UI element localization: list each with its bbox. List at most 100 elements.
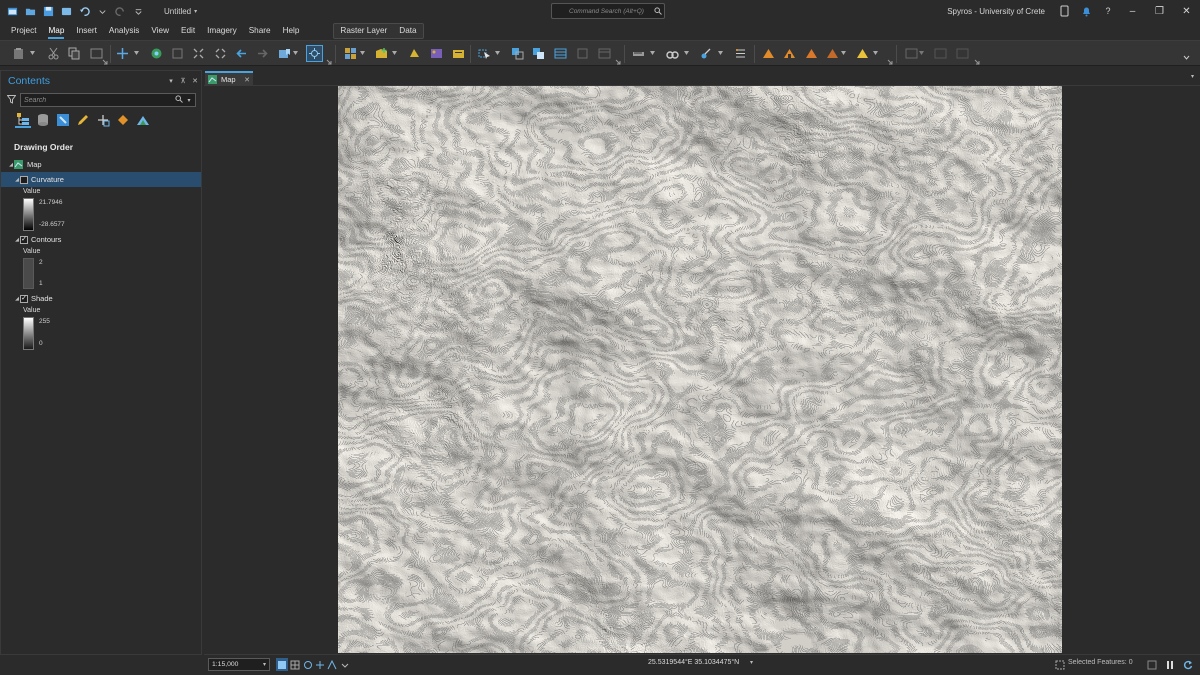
remove-icon[interactable]: [826, 47, 839, 60]
new-project-icon[interactable]: [6, 5, 18, 17]
map-view[interactable]: [204, 86, 1200, 653]
close-icon[interactable]: ✕: [244, 76, 250, 84]
snapping-icon[interactable]: [326, 658, 338, 671]
measure-icon[interactable]: [632, 47, 645, 60]
attributes-icon[interactable]: [532, 47, 545, 60]
tab-map[interactable]: Map: [42, 22, 70, 40]
clipboard-group-launcher[interactable]: [102, 59, 108, 65]
sync-icon[interactable]: [805, 47, 818, 60]
tab-data[interactable]: Data: [393, 24, 422, 38]
layer-shade[interactable]: ◢ ✓ Shade: [1, 291, 201, 306]
pane-menu-chevron-icon[interactable]: ▾: [165, 77, 177, 85]
select-by-attributes-icon[interactable]: [452, 47, 465, 60]
signed-in-user[interactable]: Spyros - University of Crete: [947, 7, 1045, 16]
chevron-down-icon[interactable]: [360, 51, 365, 56]
offline-group-launcher[interactable]: [887, 59, 893, 65]
redo-icon[interactable]: [114, 5, 126, 17]
list-by-perspective-imagery-icon[interactable]: [135, 112, 151, 128]
bookmarks-icon[interactable]: [278, 47, 291, 60]
close-button[interactable]: ✕: [1173, 0, 1200, 22]
selected-features-count[interactable]: Selected Features: 0: [1068, 659, 1133, 666]
fixed-zoom-out-icon[interactable]: [214, 47, 227, 60]
search-icon[interactable]: [175, 95, 183, 105]
chevron-down-icon[interactable]: [841, 51, 846, 56]
cut-icon[interactable]: [47, 47, 60, 60]
disabled-tool-icon[interactable]: [934, 47, 947, 60]
command-search[interactable]: Command Search (Alt+Q): [551, 3, 665, 19]
layer-curvature[interactable]: ◢ Curvature: [1, 172, 201, 187]
chevron-down-icon[interactable]: [495, 51, 500, 56]
list-by-snapping-icon[interactable]: [95, 112, 111, 128]
explore-icon[interactable]: [116, 47, 129, 60]
fixed-zoom-icon[interactable]: [171, 47, 184, 60]
chevron-down-icon[interactable]: [684, 51, 689, 56]
list-by-editing-icon[interactable]: [75, 112, 91, 128]
chevron-down-icon[interactable]: [873, 51, 878, 56]
open-project-icon[interactable]: [24, 5, 36, 17]
hillshade-contour-raster[interactable]: [338, 86, 1062, 653]
add-data-icon[interactable]: [375, 47, 388, 60]
minimize-button[interactable]: –: [1119, 0, 1146, 22]
previous-extent-icon[interactable]: [235, 47, 248, 60]
navigate-group-launcher[interactable]: [326, 59, 332, 65]
table-view-icon[interactable]: [1146, 658, 1158, 671]
layer-visibility-checkbox[interactable]: [20, 175, 28, 184]
map-canvas[interactable]: [338, 86, 1062, 653]
restore-button[interactable]: ❐: [1146, 0, 1173, 22]
select-by-location-icon[interactable]: [511, 47, 524, 60]
basemap-icon[interactable]: [344, 47, 357, 60]
pause-drawing-icon[interactable]: [314, 658, 326, 671]
chevron-down-icon[interactable]: [134, 51, 139, 56]
list-by-labeling-icon[interactable]: [115, 112, 131, 128]
more-tools-icon[interactable]: [905, 47, 918, 60]
next-extent-icon[interactable]: [256, 47, 269, 60]
undo-dropdown-icon[interactable]: [96, 5, 108, 17]
pause-icon[interactable]: [1164, 658, 1176, 671]
undo-icon[interactable]: [78, 5, 90, 17]
pin-icon[interactable]: ⊼: [177, 77, 189, 85]
paste-icon[interactable]: [12, 47, 25, 60]
zoom-to-selection-icon[interactable]: [576, 47, 589, 60]
chevron-down-icon[interactable]: [1183, 53, 1190, 62]
download-map-icon[interactable]: [783, 47, 796, 60]
save-as-icon[interactable]: [60, 5, 72, 17]
layer-contours[interactable]: ◢ ✓ Contours: [1, 232, 201, 247]
notifications-icon[interactable]: [1075, 0, 1097, 22]
scale-selector[interactable]: 1:15,000 ▾: [208, 658, 270, 671]
chevron-down-icon[interactable]: [650, 51, 655, 56]
tab-share[interactable]: Share: [243, 22, 277, 40]
tab-imagery[interactable]: Imagery: [201, 22, 243, 40]
tab-insert[interactable]: Insert: [70, 22, 102, 40]
clear-selection-icon[interactable]: [554, 47, 567, 60]
selection-filter-icon[interactable]: [1054, 658, 1066, 671]
list-by-selection-icon[interactable]: [55, 112, 71, 128]
full-extent-icon[interactable]: [150, 47, 163, 60]
list-by-data-source-icon[interactable]: [35, 112, 51, 128]
grid-icon[interactable]: [289, 658, 301, 671]
chevron-down-icon[interactable]: ▾: [1191, 73, 1194, 80]
contents-search[interactable]: ▾: [20, 93, 196, 107]
2d-view-icon[interactable]: [276, 658, 288, 671]
chevron-down-icon[interactable]: ▾: [750, 659, 753, 666]
customize-toolbar-icon[interactable]: [132, 5, 144, 17]
group-launcher[interactable]: [974, 59, 980, 65]
contents-search-input[interactable]: [21, 96, 175, 104]
convert-icon[interactable]: [762, 47, 775, 60]
select-icon[interactable]: [478, 47, 491, 60]
device-icon[interactable]: [1053, 0, 1075, 22]
chevron-down-icon[interactable]: [339, 658, 351, 671]
disabled-tool-icon[interactable]: [956, 47, 969, 60]
infographics-icon[interactable]: [700, 47, 713, 60]
chevron-down-icon[interactable]: [919, 51, 924, 56]
tab-view[interactable]: View: [145, 22, 175, 40]
tab-analysis[interactable]: Analysis: [103, 22, 146, 40]
labeling-icon[interactable]: [856, 47, 869, 60]
filter-icon[interactable]: [6, 94, 17, 106]
add-preset-icon[interactable]: [408, 47, 421, 60]
chevron-down-icon[interactable]: [293, 51, 298, 56]
help-icon[interactable]: ?: [1097, 0, 1119, 22]
chevron-down-icon[interactable]: ▾: [183, 97, 195, 104]
tab-raster-layer[interactable]: Raster Layer: [334, 24, 393, 38]
document-title[interactable]: Untitled ▾: [164, 7, 197, 16]
coordinate-conversion-icon[interactable]: [734, 47, 747, 60]
